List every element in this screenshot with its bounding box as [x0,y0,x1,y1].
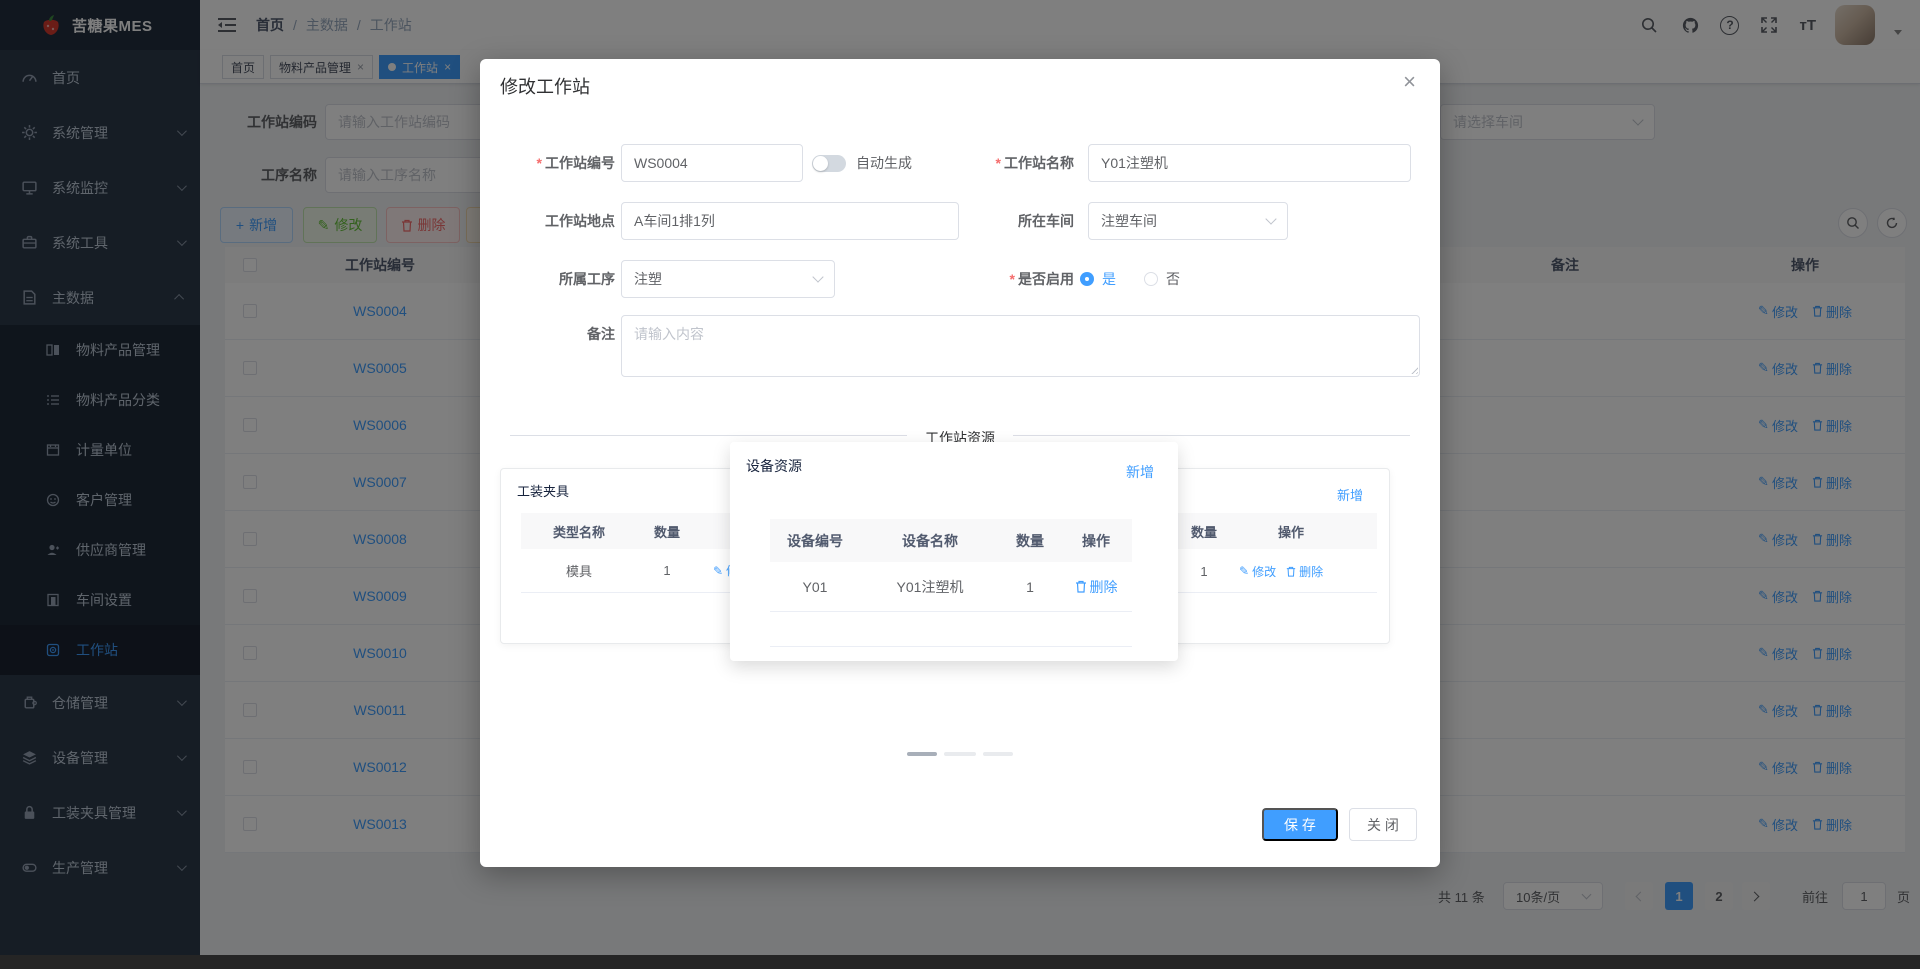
header-qty: 数量 [653,524,680,540]
pen-icon: ✎ [1239,564,1250,578]
remark-textarea[interactable] [621,315,1420,377]
device-resource-popup: 设备资源 新增 设备编号 设备名称 数量 操作 Y01 Y01注塑机 1 删除 [730,442,1178,661]
third-delete-link[interactable]: 删除 [1286,563,1323,580]
device-table-bottom-border [770,646,1132,647]
radio-selected-icon [1080,272,1094,286]
header-action: 操作 [1277,524,1304,540]
fixture-card-title: 工装夹具 [517,484,570,499]
device-add-link[interactable]: 新增 [1126,462,1154,482]
header-device-code: 设备编号 [787,532,843,549]
auto-generate-label: 自动生成 [856,155,912,171]
third-row-actions: ✎ 修改 删除 [1239,549,1323,593]
enabled-radio-group: 是 否 [1080,260,1180,298]
location-input[interactable] [621,202,959,240]
process-label: 所属工序 [559,271,615,287]
radio-no[interactable]: 否 [1144,269,1180,289]
save-button[interactable]: 保 存 [1262,808,1338,841]
carousel-dash[interactable] [983,752,1013,756]
device-code: Y01 [802,578,828,595]
process-select[interactable]: 注塑 [621,260,835,298]
fixture-qty: 1 [663,563,671,578]
name-input[interactable] [1088,144,1411,182]
enabled-label: * 是否启用 [1009,271,1074,287]
pen-icon: ✎ [713,563,724,578]
trash-icon [1286,566,1296,577]
radio-unselected-icon [1144,272,1158,286]
device-popup-title: 设备资源 [746,458,802,474]
workshop-select[interactable]: 注塑车间 [1088,202,1288,240]
location-label: 工作站地点 [545,213,615,229]
radio-yes[interactable]: 是 [1080,269,1116,289]
carousel-dash-active[interactable] [907,752,937,756]
chevron-down-icon [1265,213,1277,225]
workshop-label: 所在车间 [1018,213,1074,229]
auto-generate-toggle[interactable] [812,155,846,172]
device-table-header: 设备编号 设备名称 数量 操作 [770,519,1132,562]
header-action: 操作 [1082,532,1110,549]
device-delete-link[interactable]: 删除 [1075,577,1118,597]
name-label: * 工作站名称 [995,155,1074,171]
chevron-down-icon [812,271,824,283]
dialog-close-icon[interactable]: × [1403,69,1416,95]
fixture-type: 模具 [565,564,592,579]
device-qty: 1 [1026,578,1034,595]
trash-icon [1075,580,1086,593]
dialog-title: 修改工作站 [500,77,590,97]
header-qty: 数量 [1016,532,1044,549]
edit-workstation-dialog: 修改工作站 × *工作站编号 自动生成 *工作站名称 工作站地点 所在车间 注塑… [480,59,1440,867]
header-device-name: 设备名称 [902,532,958,549]
device-name: Y01注塑机 [896,578,964,595]
close-button[interactable]: 关 闭 [1349,808,1417,841]
code-label: * 工作站编号 [536,155,615,171]
third-edit-link[interactable]: ✎ 修改 [1239,563,1276,580]
header-type-name: 类型名称 [552,524,605,540]
remark-label: 备注 [587,326,615,342]
device-table-row: Y01 Y01注塑机 1 删除 [770,562,1132,612]
third-card-add-link[interactable]: 新增 [1337,485,1363,504]
app-window: 苦糖果MES 首页 系统管理 系统监控 系统工具 [0,0,1920,969]
carousel-dash[interactable] [944,752,976,756]
code-input[interactable] [621,144,803,182]
